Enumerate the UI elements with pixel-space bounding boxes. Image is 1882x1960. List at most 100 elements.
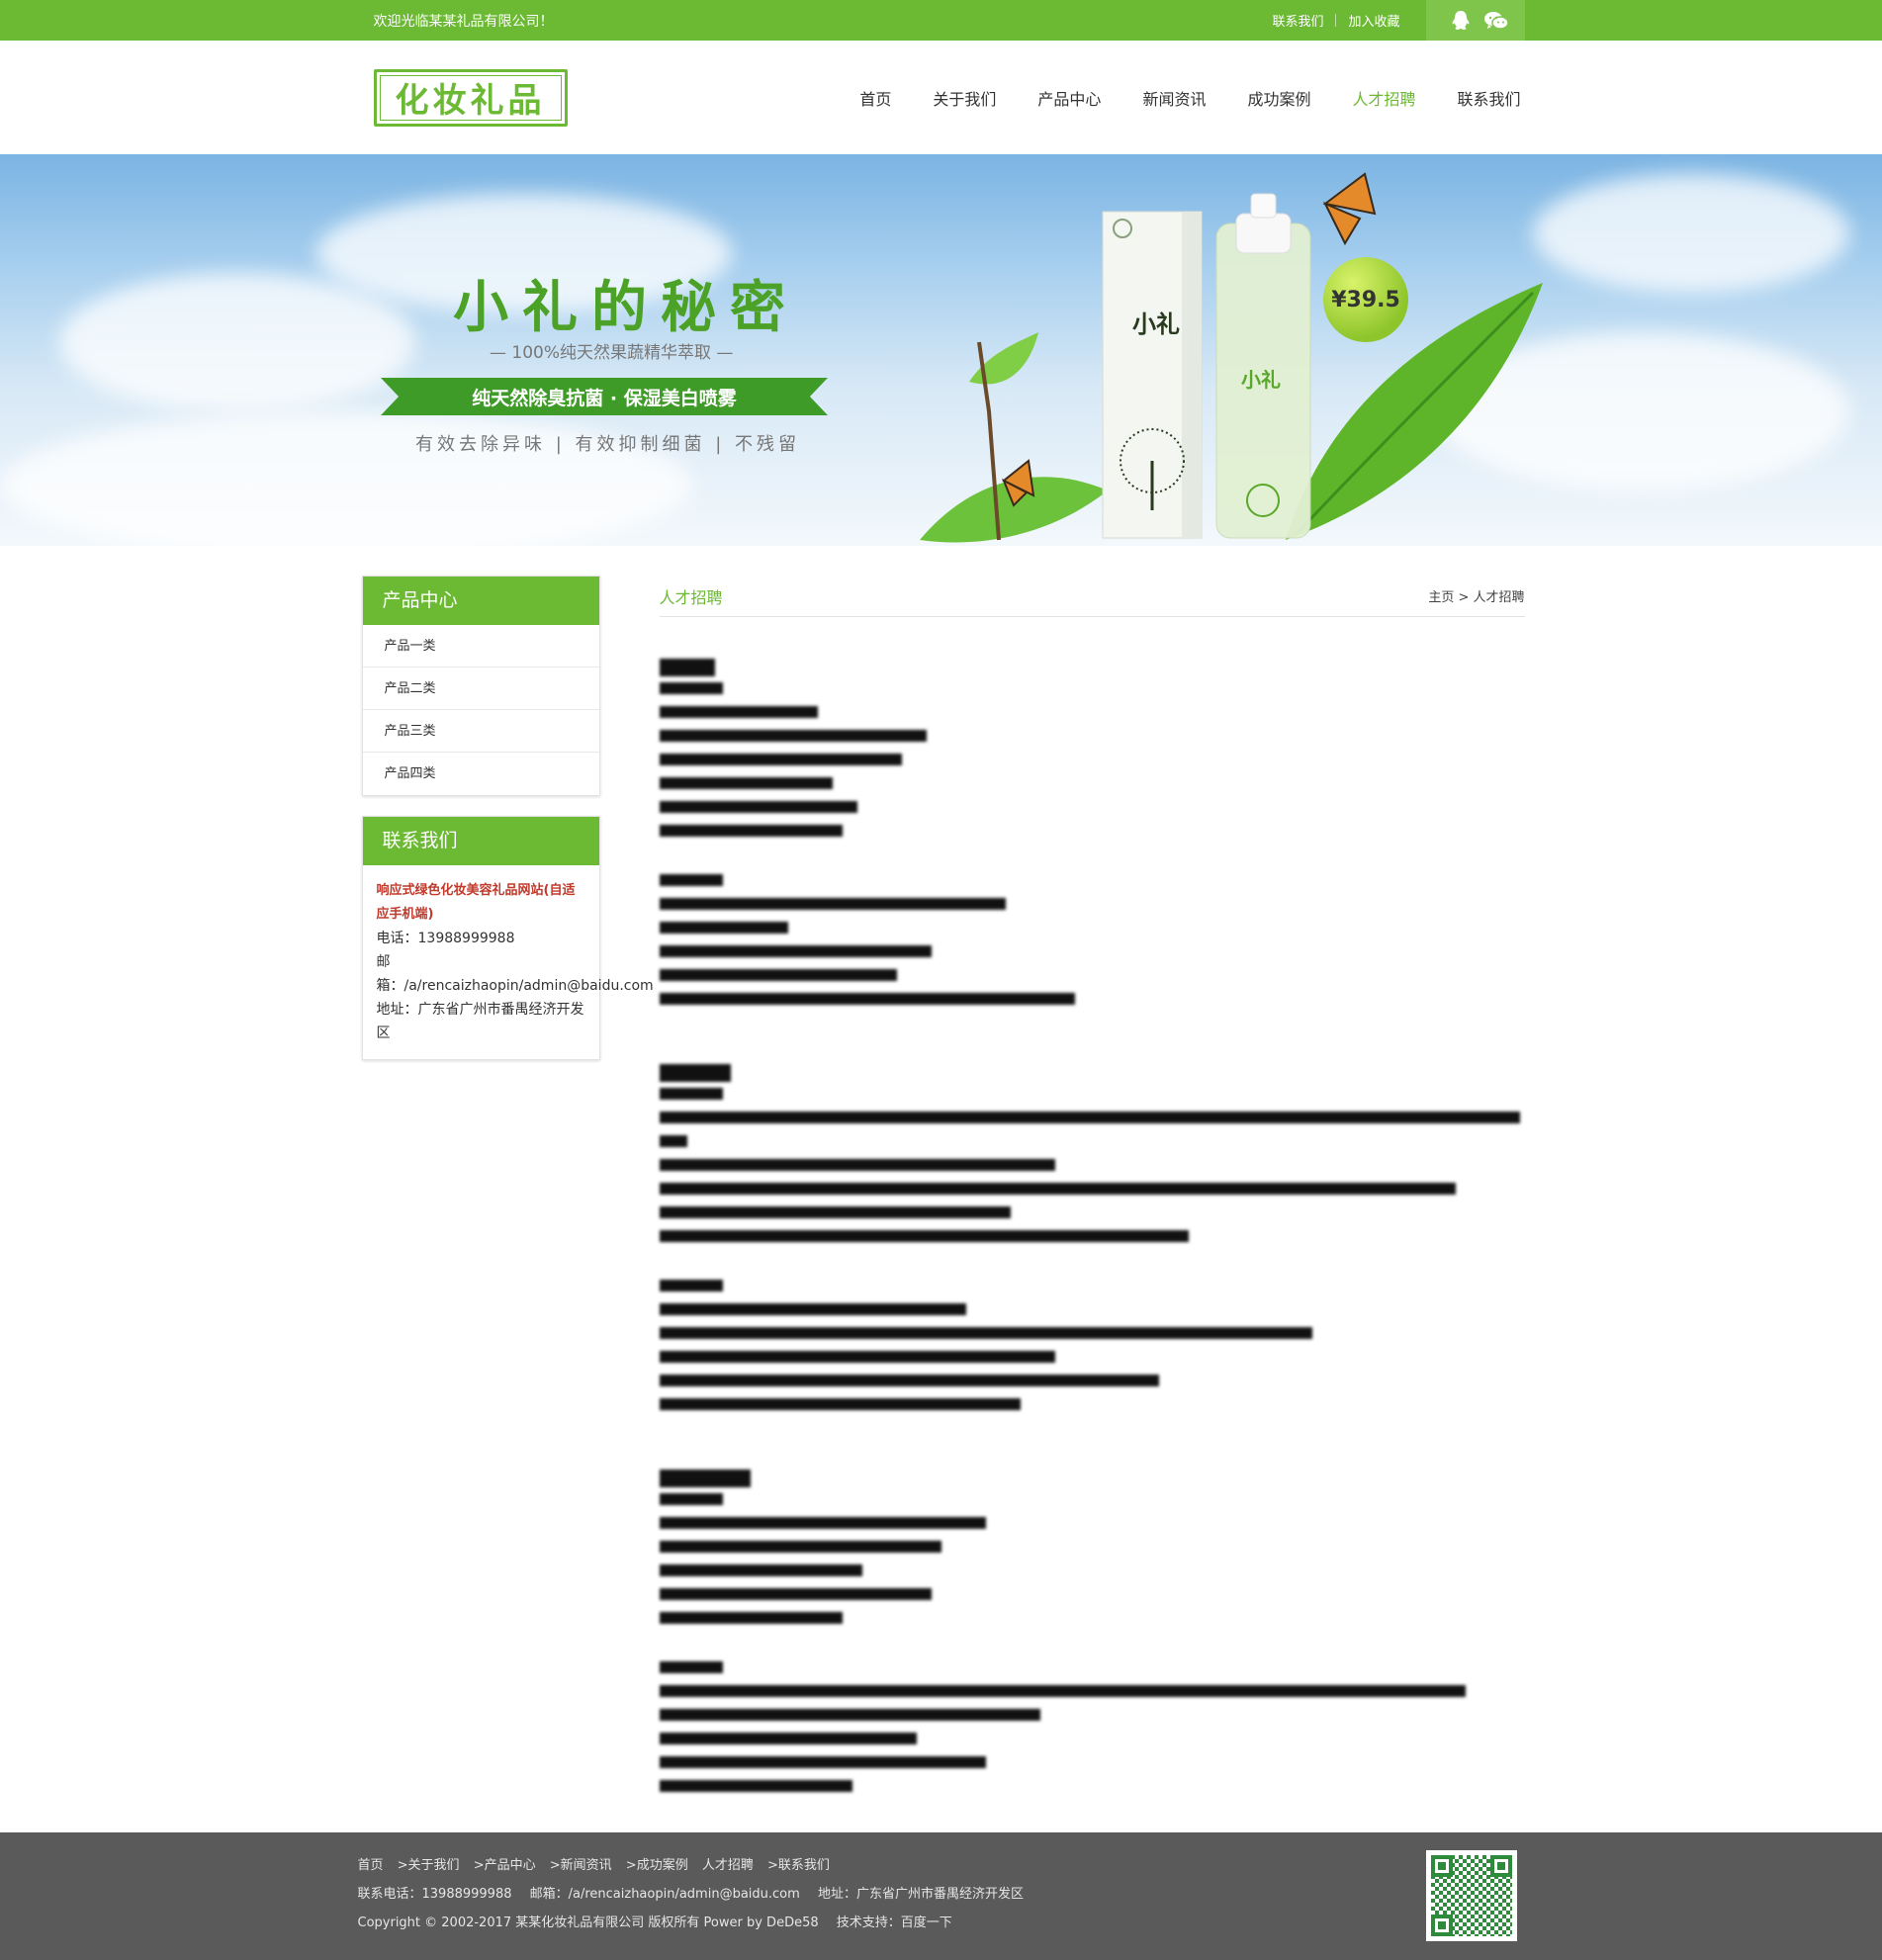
- redacted-line: [659, 1685, 1466, 1697]
- footer-copyright-line: Copyright © 2002-2017 某某化妆礼品有限公司 版权所有 Po…: [358, 1912, 1525, 1930]
- footer-link[interactable]: >成功案例: [626, 1858, 688, 1873]
- redacted-line: [659, 1230, 1189, 1242]
- job-posting: [659, 1470, 1525, 1792]
- redacted-line: [659, 874, 723, 886]
- qq-icon[interactable]: [1448, 8, 1474, 34]
- job-title-redacted: [659, 659, 715, 676]
- hero-banner: 小礼的秘密 — 100%纯天然果蔬精华萃取 — 纯天然除臭抗菌 · 保湿美白喷雾…: [0, 154, 1882, 546]
- price-badge: ¥39.5: [1323, 257, 1408, 342]
- redacted-line: [659, 1375, 1159, 1386]
- footer-link[interactable]: >关于我们: [398, 1858, 460, 1873]
- job-title-redacted: [659, 1064, 731, 1082]
- contact-address: 地址：广东省广州市番禺经济开发区: [376, 1002, 584, 1041]
- banner-slogan: 有效去除异味 | 有效抑制细菌 | 不残留: [415, 434, 801, 455]
- social-icons: [1425, 0, 1525, 41]
- logo-text: 化妆礼品: [395, 81, 546, 121]
- top-bar: 欢迎光临某某礼品有限公司！ 联系我们 加入收藏: [0, 0, 1882, 41]
- redacted-line: [659, 1756, 986, 1768]
- redacted-line: [659, 1709, 1040, 1721]
- banner-ribbon: 纯天然除臭抗菌 · 保湿美白喷雾: [381, 378, 828, 415]
- site-header: 化妆礼品 首页 关于我们 产品中心 新闻资讯 成功案例 人才招聘 联系我们: [0, 41, 1882, 154]
- cloud-decoration: [59, 273, 415, 411]
- main-nav: 首页 关于我们 产品中心 新闻资讯 成功案例 人才招聘 联系我们: [839, 86, 1520, 110]
- breadcrumb[interactable]: 主页 > 人才招聘: [1428, 586, 1524, 605]
- contact-phone: 电话：13988999988: [376, 931, 515, 946]
- site-logo[interactable]: 化妆礼品: [373, 68, 568, 127]
- category-item[interactable]: 产品四类: [363, 753, 599, 795]
- product-category-box: 产品中心 产品一类 产品二类 产品三类 产品四类: [361, 576, 600, 796]
- redacted-line: [659, 777, 833, 789]
- redacted-line: [659, 1280, 723, 1292]
- nav-cases[interactable]: 成功案例: [1226, 86, 1331, 110]
- redacted-line: [659, 1088, 723, 1100]
- redacted-line: [659, 1588, 932, 1600]
- category-item[interactable]: 产品二类: [362, 668, 599, 710]
- redacted-line: [659, 730, 927, 742]
- footer-link[interactable]: 人才招聘: [702, 1858, 754, 1873]
- nav-contact[interactable]: 联系我们: [1436, 86, 1520, 110]
- footer-support[interactable]: 技术支持：百度一下: [837, 1915, 952, 1930]
- site-footer: 首页 >关于我们 >产品中心 >新闻资讯 >成功案例 人才招聘 >联系我们 联系…: [0, 1832, 1882, 1960]
- redacted-line: [659, 1612, 843, 1624]
- footer-phone: 联系电话：13988999988: [357, 1887, 512, 1902]
- job-posting: [659, 1064, 1525, 1410]
- redacted-line: [659, 1183, 1456, 1195]
- redacted-line: [659, 1564, 862, 1576]
- qr-code: [1425, 1850, 1517, 1941]
- redacted-line: [659, 922, 788, 934]
- contact-email-label: 邮: [376, 954, 391, 970]
- product-illustration: 小礼 小礼: [920, 172, 1543, 543]
- redacted-line: [659, 898, 1006, 910]
- redacted-line: [659, 1327, 1312, 1339]
- nav-about[interactable]: 关于我们: [912, 86, 1017, 110]
- nav-products[interactable]: 产品中心: [1017, 86, 1121, 110]
- footer-link[interactable]: >联系我们: [767, 1858, 830, 1873]
- redacted-line: [659, 1303, 966, 1315]
- top-link-favorite[interactable]: 加入收藏: [1336, 11, 1411, 30]
- job-title-redacted: [659, 1470, 751, 1487]
- redacted-line: [659, 1541, 941, 1553]
- main-area: 产品中心 产品一类 产品二类 产品三类 产品四类 联系我们 响应式绿色化妆美容礼…: [0, 546, 1882, 1843]
- category-item[interactable]: 产品一类: [362, 625, 599, 668]
- redacted-line: [659, 945, 932, 957]
- contact-box: 联系我们 响应式绿色化妆美容礼品网站(自适应手机端) 电话：1398899998…: [361, 816, 654, 1060]
- redacted-line: [659, 1398, 1021, 1410]
- redacted-line: [659, 1780, 852, 1792]
- product-box-label: 小礼: [1132, 310, 1180, 338]
- footer-link[interactable]: 首页: [358, 1858, 384, 1873]
- redacted-line: [659, 969, 897, 981]
- contact-email: 箱：/a/rencaizhaopin/admin@baidu.com: [376, 978, 654, 994]
- contact-title: 联系我们: [362, 817, 599, 865]
- footer-link[interactable]: >产品中心: [474, 1858, 536, 1873]
- sidebar: 产品中心 产品一类 产品二类 产品三类 产品四类 联系我们 响应式绿色化妆美容礼…: [361, 576, 654, 1843]
- redacted-line: [659, 825, 843, 837]
- content-header: 人才招聘 主页 > 人才招聘: [659, 576, 1525, 617]
- redacted-line: [659, 1351, 1055, 1363]
- footer-contact: 联系电话：13988999988 邮箱：/a/rencaizhaopin/adm…: [358, 1883, 1525, 1902]
- banner-title: 小礼的秘密: [453, 275, 799, 340]
- job-listings: [659, 617, 1525, 1792]
- svg-text:小礼: 小礼: [1241, 368, 1281, 392]
- footer-address: 地址：广东省广州市番禺经济开发区: [817, 1887, 1024, 1902]
- category-item[interactable]: 产品三类: [362, 710, 599, 753]
- nav-news[interactable]: 新闻资讯: [1121, 86, 1226, 110]
- redacted-line: [659, 754, 902, 765]
- cloud-decoration: [1533, 174, 1849, 293]
- redacted-line: [659, 682, 723, 694]
- content-area: 人才招聘 主页 > 人才招聘: [659, 576, 1525, 1843]
- job-posting: [659, 659, 1525, 1005]
- contact-company: 响应式绿色化妆美容礼品网站(自适应手机端): [376, 883, 576, 922]
- redacted-line: [659, 1733, 917, 1744]
- top-link-contact[interactable]: 联系我们: [1260, 11, 1335, 30]
- wechat-icon[interactable]: [1483, 8, 1509, 34]
- footer-link[interactable]: >新闻资讯: [550, 1858, 612, 1873]
- redacted-line: [659, 801, 857, 813]
- redacted-line: [659, 1493, 723, 1505]
- content-title: 人才招聘: [659, 587, 723, 607]
- redacted-line: [659, 706, 818, 718]
- nav-careers[interactable]: 人才招聘: [1331, 86, 1436, 110]
- redacted-line: [659, 1159, 1055, 1171]
- redacted-line: [659, 1135, 687, 1147]
- nav-home[interactable]: 首页: [839, 86, 912, 110]
- footer-copyright: Copyright © 2002-2017 某某化妆礼品有限公司 版权所有 Po…: [357, 1915, 819, 1930]
